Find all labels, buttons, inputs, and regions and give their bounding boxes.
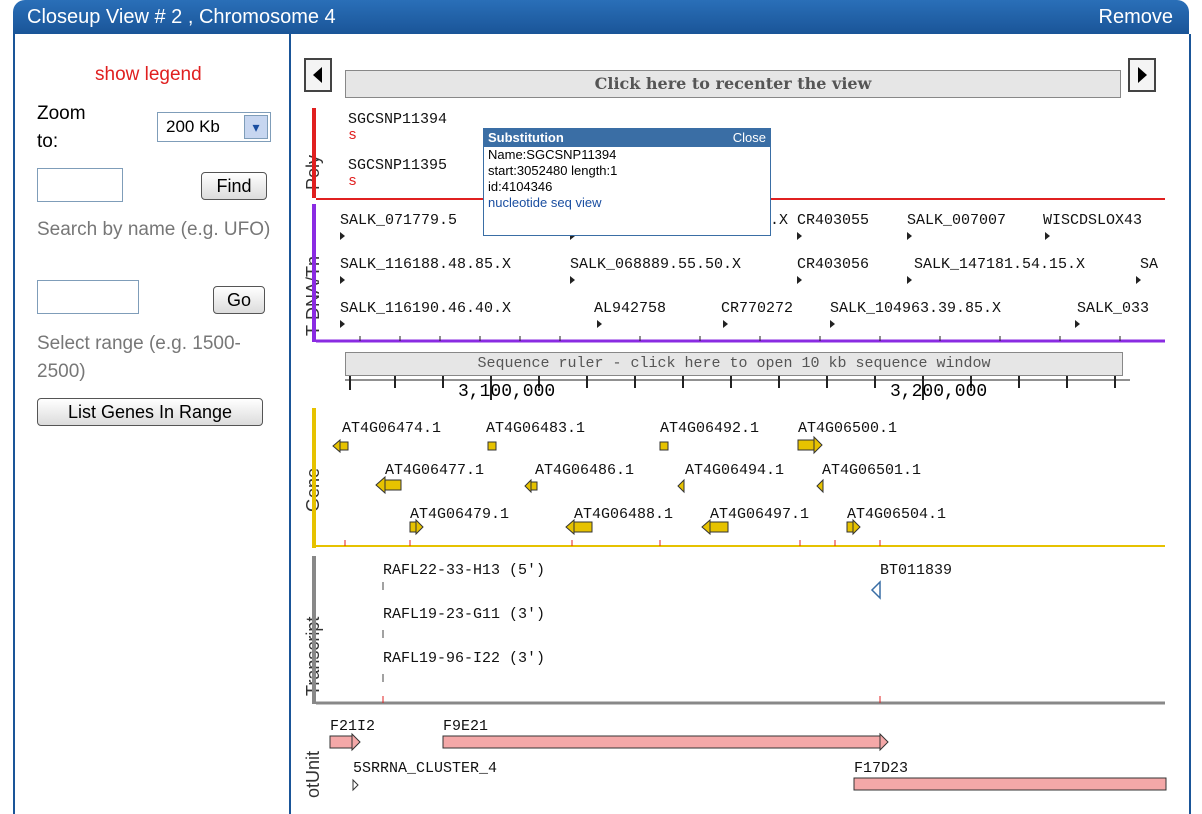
gene-feature[interactable]: AT4G06479.1	[410, 506, 509, 523]
tdna-feature[interactable]: CR770272	[721, 300, 793, 317]
poly-marker: s	[348, 127, 358, 144]
popup-seq-link[interactable]: nucleotide seq view	[484, 195, 770, 211]
popup-header: Substitution Close	[484, 129, 770, 147]
clone-feature[interactable]: 5SRRNA_CLUSTER_4	[353, 760, 497, 777]
transcript-feature[interactable]: RAFL22-33-H13 (5')	[383, 562, 545, 579]
gene-feature[interactable]: AT4G06494.1	[685, 462, 784, 479]
tdna-feature[interactable]: SA	[1140, 256, 1158, 273]
clone-feature[interactable]: F17D23	[854, 760, 908, 777]
tdna-feature[interactable]: CR403056	[797, 256, 869, 273]
gene-feature[interactable]: AT4G06486.1	[535, 462, 634, 479]
tdna-feature[interactable]: SALK_068889.55.50.X	[570, 256, 741, 273]
tdna-feature[interactable]: SALK_033	[1077, 300, 1149, 317]
gene-feature[interactable]: AT4G06500.1	[798, 420, 897, 437]
tracks-canvas	[312, 108, 1167, 792]
popup-id: id:4104346	[488, 179, 553, 194]
tdna-feature[interactable]: CR403055	[797, 212, 869, 229]
popup-title: Substitution	[488, 130, 564, 145]
poly-feature[interactable]: SGCSNP11394	[348, 111, 447, 128]
substitution-popup: Substitution Close Name:SGCSNP11394 star…	[483, 128, 771, 236]
gene-feature[interactable]: AT4G06477.1	[385, 462, 484, 479]
tdna-feature[interactable]: AL942758	[594, 300, 666, 317]
clone-feature[interactable]: F21I2	[330, 718, 375, 735]
tdna-feature[interactable]: .X	[770, 212, 788, 229]
tdna-feature[interactable]: SALK_071779.5	[340, 212, 457, 229]
gene-feature[interactable]: AT4G06492.1	[660, 420, 759, 437]
ruler-tick-1: 3,100,000	[458, 382, 556, 402]
sequence-ruler-bar[interactable]: Sequence ruler - click here to open 10 k…	[345, 352, 1123, 376]
popup-start: start:3052480 length:1	[488, 163, 618, 178]
clone-feature[interactable]: F9E21	[443, 718, 488, 735]
popup-name: Name:SGCSNP11394	[488, 147, 617, 162]
tdna-feature[interactable]: SALK_116188.48.85.X	[340, 256, 511, 273]
gene-feature[interactable]: AT4G06504.1	[847, 506, 946, 523]
gene-feature[interactable]: AT4G06501.1	[822, 462, 921, 479]
gene-feature[interactable]: AT4G06488.1	[574, 506, 673, 523]
ruler-tick-2: 3,200,000	[890, 382, 988, 402]
popup-close-link[interactable]: Close	[733, 129, 766, 147]
gene-feature[interactable]: AT4G06483.1	[486, 420, 585, 437]
tdna-feature[interactable]: SALK_007007	[907, 212, 1006, 229]
tdna-feature[interactable]: WISCDSLOX43	[1043, 212, 1142, 229]
transcript-feature[interactable]: BT011839	[880, 562, 952, 579]
transcript-feature[interactable]: RAFL19-96-I22 (3')	[383, 650, 545, 667]
poly-marker: s	[348, 173, 358, 190]
tdna-feature[interactable]: SALK_147181.54.15.X	[914, 256, 1085, 273]
tdna-feature[interactable]: SALK_104963.39.85.X	[830, 300, 1001, 317]
tdna-feature[interactable]: SALK_116190.46.40.X	[340, 300, 511, 317]
gene-feature[interactable]: AT4G06474.1	[342, 420, 441, 437]
transcript-feature[interactable]: RAFL19-23-G11 (3')	[383, 606, 545, 623]
poly-feature[interactable]: SGCSNP11395	[348, 157, 447, 174]
gene-feature[interactable]: AT4G06497.1	[710, 506, 809, 523]
